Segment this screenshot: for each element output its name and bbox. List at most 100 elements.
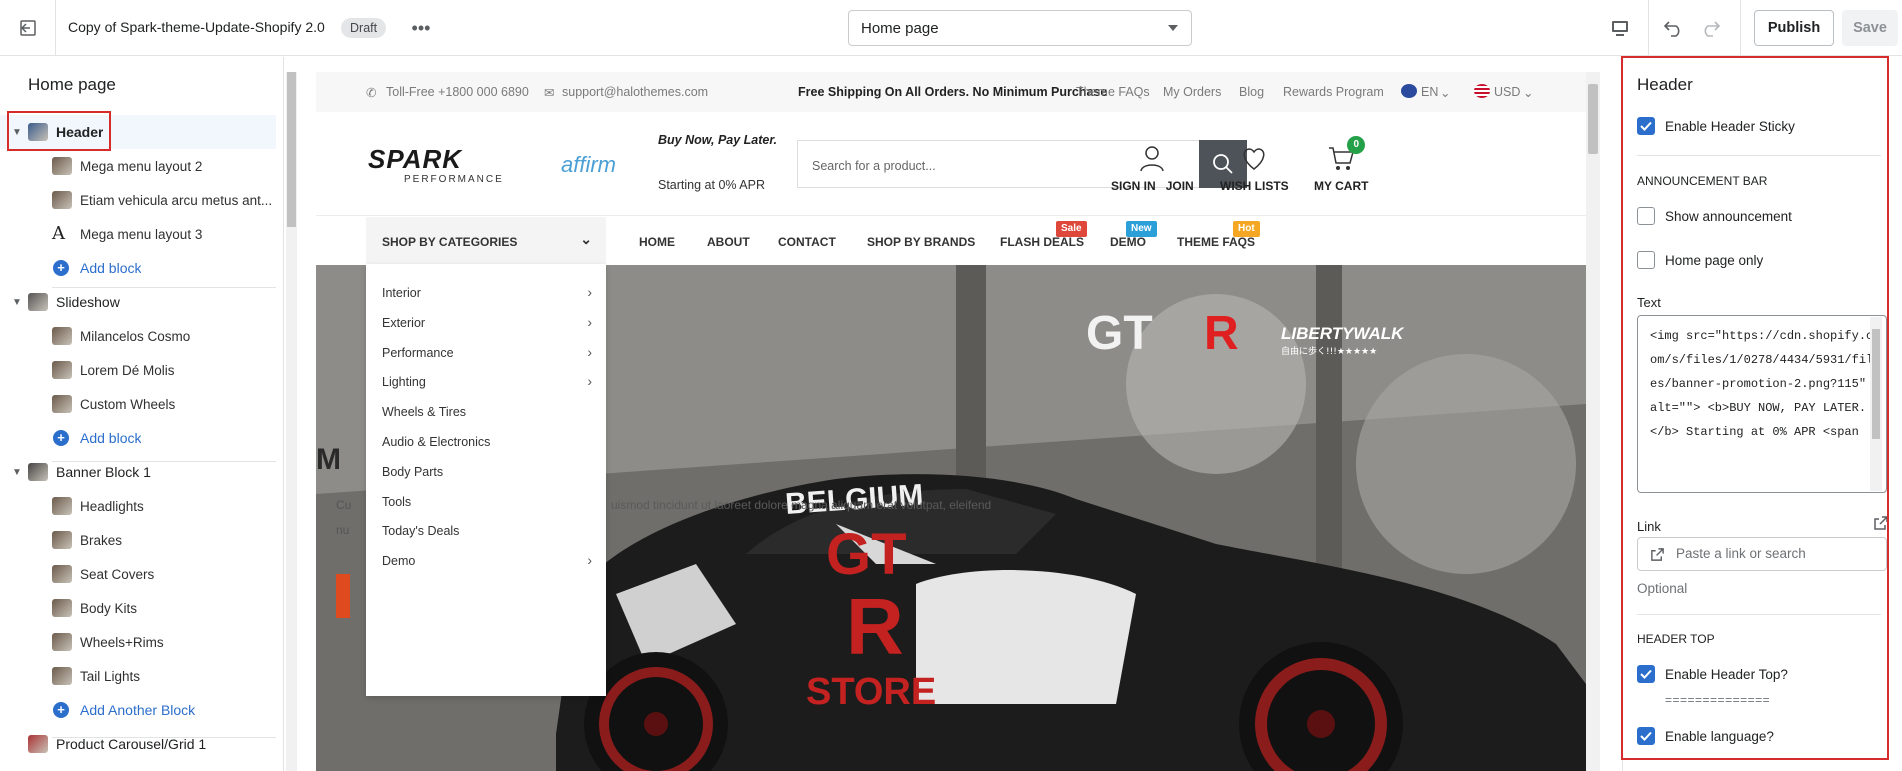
nav-flash-deals[interactable]: FLASH DEALS Sale [1000, 221, 1087, 249]
block-milancelos-cosmo[interactable]: Milancelos Cosmo [0, 319, 276, 353]
textarea-scrollbar[interactable] [1870, 317, 1882, 491]
more-actions-button[interactable]: ••• [406, 14, 436, 42]
block-tail-lights[interactable]: Tail Lights [0, 659, 276, 693]
link-theme-faqs[interactable]: Theme FAQs [1076, 85, 1150, 99]
nav-shop-by-brands[interactable]: SHOP BY BRANDS [867, 235, 975, 249]
sign-in-label: SIGN IN [1111, 179, 1156, 193]
block-wheels-rims[interactable]: Wheels+Rims [0, 625, 276, 659]
preview-topbar: ✆ Toll-Free +1800 000 6890 ✉ support@hal… [316, 72, 1586, 112]
add-block-add-block[interactable]: + Add block [0, 251, 276, 285]
chevron-down-icon: ⌄ [1440, 86, 1451, 100]
block-lorem-d-molis[interactable]: Lorem Dé Molis [0, 353, 276, 387]
category-wheels-tires[interactable]: Wheels & Tires [382, 405, 592, 419]
tree-item-label: Banner Block 1 [56, 464, 151, 480]
undo-button[interactable] [1660, 14, 1688, 42]
enable-header-sticky-checkbox[interactable]: Enable Header Sticky [1637, 117, 1795, 135]
category-tools[interactable]: Tools [382, 495, 592, 509]
sidebar-scrollbar[interactable] [286, 72, 297, 771]
hero-brand-gt: GT [1086, 307, 1153, 360]
block-custom-wheels[interactable]: Custom Wheels [0, 387, 276, 421]
block-brakes[interactable]: Brakes [0, 523, 276, 557]
external-link-icon[interactable] [1873, 515, 1889, 534]
redo-button[interactable] [1696, 14, 1724, 42]
block-mega-menu-layout-2[interactable]: Mega menu layout 2 [0, 149, 276, 183]
section-product-carousel-grid-1[interactable]: ▼Product Carousel/Grid 1 [0, 727, 276, 761]
desktop-view-button[interactable] [1606, 14, 1634, 42]
link-my-orders[interactable]: My Orders [1163, 85, 1221, 99]
separator-text: ============== [1665, 693, 1771, 707]
enable-language-checkbox[interactable]: Enable language? [1637, 727, 1774, 745]
category-interior[interactable]: Interior › [382, 284, 592, 300]
checkbox-checked-icon [1637, 665, 1655, 683]
add-block-add-block[interactable]: + Add block [0, 421, 276, 455]
preview-scrollbar[interactable] [1586, 72, 1600, 771]
link-rewards[interactable]: Rewards Program [1283, 85, 1384, 99]
libertywalk-logo: LIBERTYWALK [1281, 324, 1405, 343]
tree-item-label: Slideshow [56, 294, 120, 310]
enable-header-top-checkbox[interactable]: Enable Header Top? [1637, 665, 1788, 683]
shop-by-categories-button[interactable]: SHOP BY CATEGORIES ⌄ [366, 217, 606, 265]
main-nav: SHOP BY CATEGORIES ⌄ HOME ABOUT CONTACT … [316, 217, 1586, 265]
caret-down-icon[interactable]: ▼ [12, 467, 22, 478]
category-demo[interactable]: Demo › [382, 552, 592, 568]
nav-contact[interactable]: CONTACT [778, 235, 836, 249]
checkbox-empty-icon [1637, 207, 1655, 225]
add-block-add-another-block[interactable]: + Add Another Block [0, 693, 276, 727]
section-banner-block-1[interactable]: ▼ Banner Block 1 [0, 455, 276, 489]
image-icon [52, 531, 72, 549]
car-text-gt: GT [826, 522, 907, 587]
product-icon [28, 735, 48, 753]
uk-flag-icon [1401, 84, 1417, 98]
nav-theme-faqs[interactable]: THEME FAQS Hot [1177, 221, 1260, 249]
currency-select[interactable]: USD [1494, 85, 1520, 99]
wish-lists-link[interactable]: WISH LISTS [1220, 144, 1289, 193]
my-cart-label: MY CART [1314, 179, 1369, 193]
sign-in-link[interactable]: SIGN IN JOIN [1111, 144, 1194, 193]
svg-text:M: M [316, 443, 341, 476]
category-exterior[interactable]: Exterior › [382, 314, 592, 330]
link-blog[interactable]: Blog [1239, 85, 1264, 99]
publish-button[interactable]: Publish [1754, 10, 1834, 46]
sidebar-title: Home page [28, 75, 116, 94]
exit-button[interactable] [0, 0, 56, 56]
section-slideshow[interactable]: ▼ Slideshow [0, 285, 276, 319]
block-seat-covers[interactable]: Seat Covers [0, 557, 276, 591]
category-lighting[interactable]: Lighting › [382, 373, 592, 389]
cart-count-badge: 0 [1347, 136, 1366, 154]
sale-badge: Sale [1056, 221, 1087, 237]
block-etiam-vehicula-arcu-metus-ant[interactable]: Etiam vehicula arcu metus ant... [0, 183, 276, 217]
image-icon [52, 157, 72, 175]
cart-link[interactable]: 0 MY CART [1314, 136, 1369, 193]
home-page-only-checkbox[interactable]: Home page only [1637, 251, 1763, 269]
category-body-parts[interactable]: Body Parts [382, 465, 592, 479]
link-input[interactable]: Paste a link or search [1637, 537, 1887, 571]
store-logo[interactable]: SPARK PERFORMANCE [366, 144, 531, 186]
category-audio-electronics[interactable]: Audio & Electronics [382, 435, 592, 449]
block-body-kits[interactable]: Body Kits [0, 591, 276, 625]
svg-text:自由に歩く!!!★★★★★: 自由に歩く!!!★★★★★ [1281, 345, 1377, 357]
save-button[interactable]: Save [1842, 10, 1898, 46]
svg-text:uismod tincidunt ut laoreet do: uismod tincidunt ut laoreet dolore magna… [611, 498, 991, 512]
slideshow-icon [28, 293, 48, 311]
tree-item-label: Body Kits [80, 600, 138, 616]
page-selector[interactable]: Home page [848, 10, 1192, 46]
caret-down-icon[interactable]: ▼ [12, 297, 22, 308]
nav-about[interactable]: ABOUT [707, 235, 750, 249]
join-label[interactable]: JOIN [1166, 179, 1194, 193]
nav-home[interactable]: HOME [639, 235, 675, 249]
header-highlight-frame [7, 111, 111, 151]
tree-item-label: Milancelos Cosmo [80, 328, 191, 344]
chevron-right-icon: › [587, 343, 592, 360]
category-performance[interactable]: Performance › [382, 343, 592, 360]
hero-cta-button[interactable] [336, 574, 350, 618]
announcement-text-area[interactable]: <img src="https://cdn.shopify.com/s/file… [1637, 315, 1887, 493]
chevron-down-icon: ⌄ [580, 231, 592, 247]
hot-badge: Hot [1233, 221, 1260, 237]
language-select[interactable]: EN [1421, 85, 1438, 99]
block-mega-menu-layout-3[interactable]: A Mega menu layout 3 [0, 217, 276, 251]
category-today-s-deals[interactable]: Today's Deals [382, 524, 592, 538]
editor-topbar: Copy of Spark-theme-Update-Shopify 2.0 D… [0, 0, 1902, 56]
block-headlights[interactable]: Headlights [0, 489, 276, 523]
nav-demo[interactable]: DEMO New [1110, 221, 1157, 249]
show-announcement-checkbox[interactable]: Show announcement [1637, 207, 1792, 225]
